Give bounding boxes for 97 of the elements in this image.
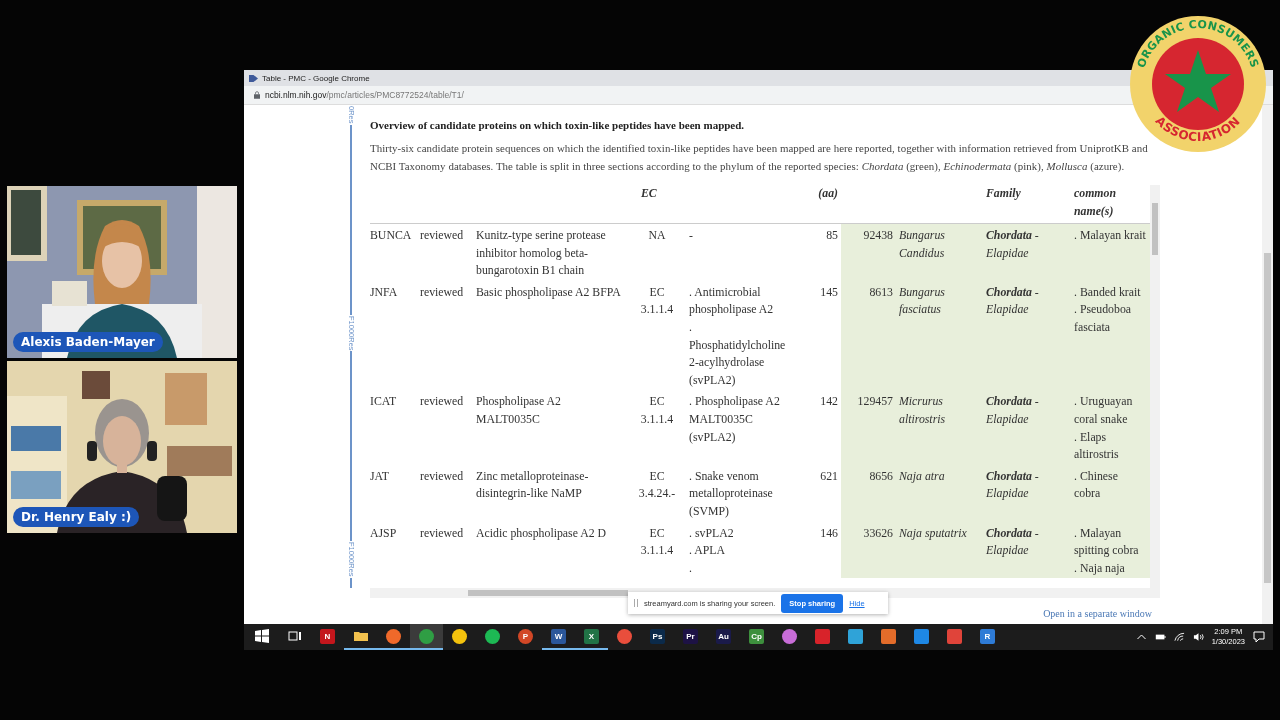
windows-icon[interactable] bbox=[254, 629, 269, 643]
app-icon[interactable]: Au bbox=[716, 628, 731, 644]
cell-entry: . Pseudoboa fasciata bbox=[1074, 301, 1132, 336]
table-cell-text: EC 3.4.24.- bbox=[637, 467, 677, 503]
table-cell-text: EC 3.1.1.4 bbox=[639, 524, 675, 560]
app-icon[interactable]: W bbox=[551, 628, 566, 644]
table-cell-text: Kunitz-type serine protease inhibitor homolog beta-bungarotoxin B1 chain bbox=[475, 227, 607, 280]
table-cell-text: Basic phospholipase A2 BFPA bbox=[475, 283, 622, 301]
cell-entry: . Phospholipase A2 MALT0035C (svPLA2) bbox=[689, 393, 781, 446]
table-cell: Chordata - Elapidae bbox=[983, 521, 1071, 579]
lock-icon bbox=[254, 91, 260, 99]
column-header: common name(s) bbox=[1074, 186, 1116, 218]
app-icon[interactable]: X bbox=[584, 628, 599, 644]
table-cell-text: 621 bbox=[819, 467, 839, 485]
wifi-icon[interactable] bbox=[1173, 632, 1185, 642]
cell-entry: . Malayan spitting cobra bbox=[1074, 524, 1140, 560]
table-cell: Micrurus altirostris bbox=[896, 390, 983, 465]
table-cell-text: 145 bbox=[819, 283, 839, 301]
app-icon[interactable] bbox=[452, 628, 467, 644]
table-cell-text: 142 bbox=[819, 393, 839, 411]
folder-icon[interactable] bbox=[353, 629, 368, 643]
app-icon[interactable] bbox=[617, 628, 632, 644]
table-cell: Chordata - Elapidae bbox=[983, 280, 1071, 391]
task-view-icon[interactable] bbox=[287, 629, 302, 643]
table-cell-text: 85 bbox=[825, 227, 839, 244]
battery-icon[interactable] bbox=[1154, 632, 1166, 642]
column-header: Family bbox=[986, 186, 1021, 200]
table-cell-text: reviewed bbox=[419, 227, 465, 244]
app-icon[interactable] bbox=[386, 628, 401, 644]
table-cell-text: EC 3.1.1.4 bbox=[639, 393, 675, 428]
table-cell: Chordata - Elapidae bbox=[983, 464, 1071, 522]
table-cell-text: BUNCA bbox=[370, 227, 413, 244]
cell-entry: Phosphatidylcholine 2-acylhydrolase (svPLA2) bbox=[689, 336, 787, 389]
table-cell-text: JAT bbox=[370, 467, 390, 485]
app-icon[interactable] bbox=[848, 628, 863, 644]
participant-name: Alexis Baden-Mayer bbox=[13, 332, 163, 352]
table-cell: Bungarus fasciatus bbox=[896, 280, 983, 391]
table-cell-text: EC 3.1.1.4 bbox=[639, 283, 675, 319]
table-cell: Bungarus Candidus bbox=[896, 224, 983, 281]
app-icon[interactable] bbox=[881, 628, 896, 644]
cell-entry: . Antimicrobial phospholipase A2 bbox=[689, 283, 775, 319]
table-cell-text: ICAT bbox=[370, 393, 398, 411]
table-cell-text: reviewed bbox=[419, 467, 465, 485]
table-cell-text: reviewed bbox=[419, 524, 465, 542]
cell-entry: . Banded krait bbox=[1074, 283, 1142, 301]
table-cell-text: AJSP bbox=[370, 524, 398, 542]
app-icon[interactable]: Ps bbox=[650, 628, 665, 644]
table-cell-text: 146 bbox=[819, 524, 839, 542]
app-icon[interactable] bbox=[782, 628, 797, 644]
cell-entry: . bbox=[689, 559, 693, 577]
app-icon[interactable] bbox=[485, 628, 500, 644]
table-cell: 8656 bbox=[841, 464, 896, 522]
window-title: Table - PMC - Google Chrome bbox=[262, 73, 370, 83]
cell-entry: . Elaps altirostris bbox=[1074, 428, 1120, 464]
speaker-icon[interactable] bbox=[1192, 632, 1204, 642]
table-cell: 92438 bbox=[841, 224, 896, 281]
table-cell-text: reviewed bbox=[419, 393, 465, 411]
table-cell: Naja atra bbox=[896, 464, 983, 522]
table-cell-text: Acidic phospholipase A2 D bbox=[475, 524, 608, 542]
url-text: ncbi.nlm.nih.gov/pmc/articles/PMC8772524/table/T1/ bbox=[265, 90, 464, 100]
table-caption: Overview of candidate proteins on which toxin-like peptides have been mapped. bbox=[370, 119, 746, 131]
app-icon[interactable]: P bbox=[518, 628, 533, 644]
table-cell: 33626 bbox=[841, 521, 896, 579]
table-cell: 8613 bbox=[841, 280, 896, 391]
table-cell-text: JNFA bbox=[370, 283, 399, 301]
app-icon[interactable] bbox=[914, 628, 929, 644]
table-cell-text: NA bbox=[647, 227, 667, 244]
cell-entry: - bbox=[689, 227, 694, 244]
app-icon[interactable]: N bbox=[320, 628, 335, 644]
cell-entry: . Naja naja bbox=[1074, 559, 1126, 577]
cell-entry: . Snake venom metalloproteinase (SVMP) bbox=[689, 467, 774, 520]
app-icon bbox=[249, 73, 258, 83]
app-icon[interactable]: R bbox=[980, 628, 995, 644]
table-cell: Chordata - Elapidae bbox=[983, 224, 1071, 281]
notification-icon[interactable] bbox=[1253, 631, 1265, 643]
cell-entry: . bbox=[689, 318, 693, 336]
open-window-link[interactable]: Open in a separate window bbox=[1043, 608, 1152, 619]
cell-entry: . Chinese cobra bbox=[1074, 467, 1119, 503]
table-cell: Chordata - Elapidae bbox=[983, 390, 1071, 465]
page-scrollbar[interactable] bbox=[1262, 105, 1273, 624]
table-cell-text: reviewed bbox=[419, 283, 465, 301]
participant-name: Dr. Henry Ealy :) bbox=[13, 507, 140, 527]
cell-entry: . APLA bbox=[689, 542, 727, 560]
app-icon[interactable]: Cp bbox=[749, 628, 764, 644]
cell-entry: . Malayan krait bbox=[1074, 227, 1147, 244]
chevron-up-icon[interactable] bbox=[1135, 632, 1147, 642]
app-icon[interactable]: Pr bbox=[683, 628, 698, 644]
table-cell: Naja sputatrix bbox=[896, 521, 983, 579]
scrollbar[interactable] bbox=[1150, 185, 1160, 588]
table-cell-text: Zinc metalloproteinase-disintegrin-like NaMP bbox=[475, 467, 590, 503]
table-cell-text: Phospholipase A2 MALT0035C bbox=[475, 393, 562, 428]
cell-entry: . Uruguayan coral snake bbox=[1074, 393, 1134, 428]
drag-handle-icon[interactable] bbox=[634, 599, 638, 607]
column-header: (aa) bbox=[818, 186, 838, 200]
table-cell: 129457 bbox=[841, 390, 896, 465]
column-header: EC bbox=[641, 186, 657, 200]
cell-entry: . svPLA2 bbox=[689, 524, 735, 542]
